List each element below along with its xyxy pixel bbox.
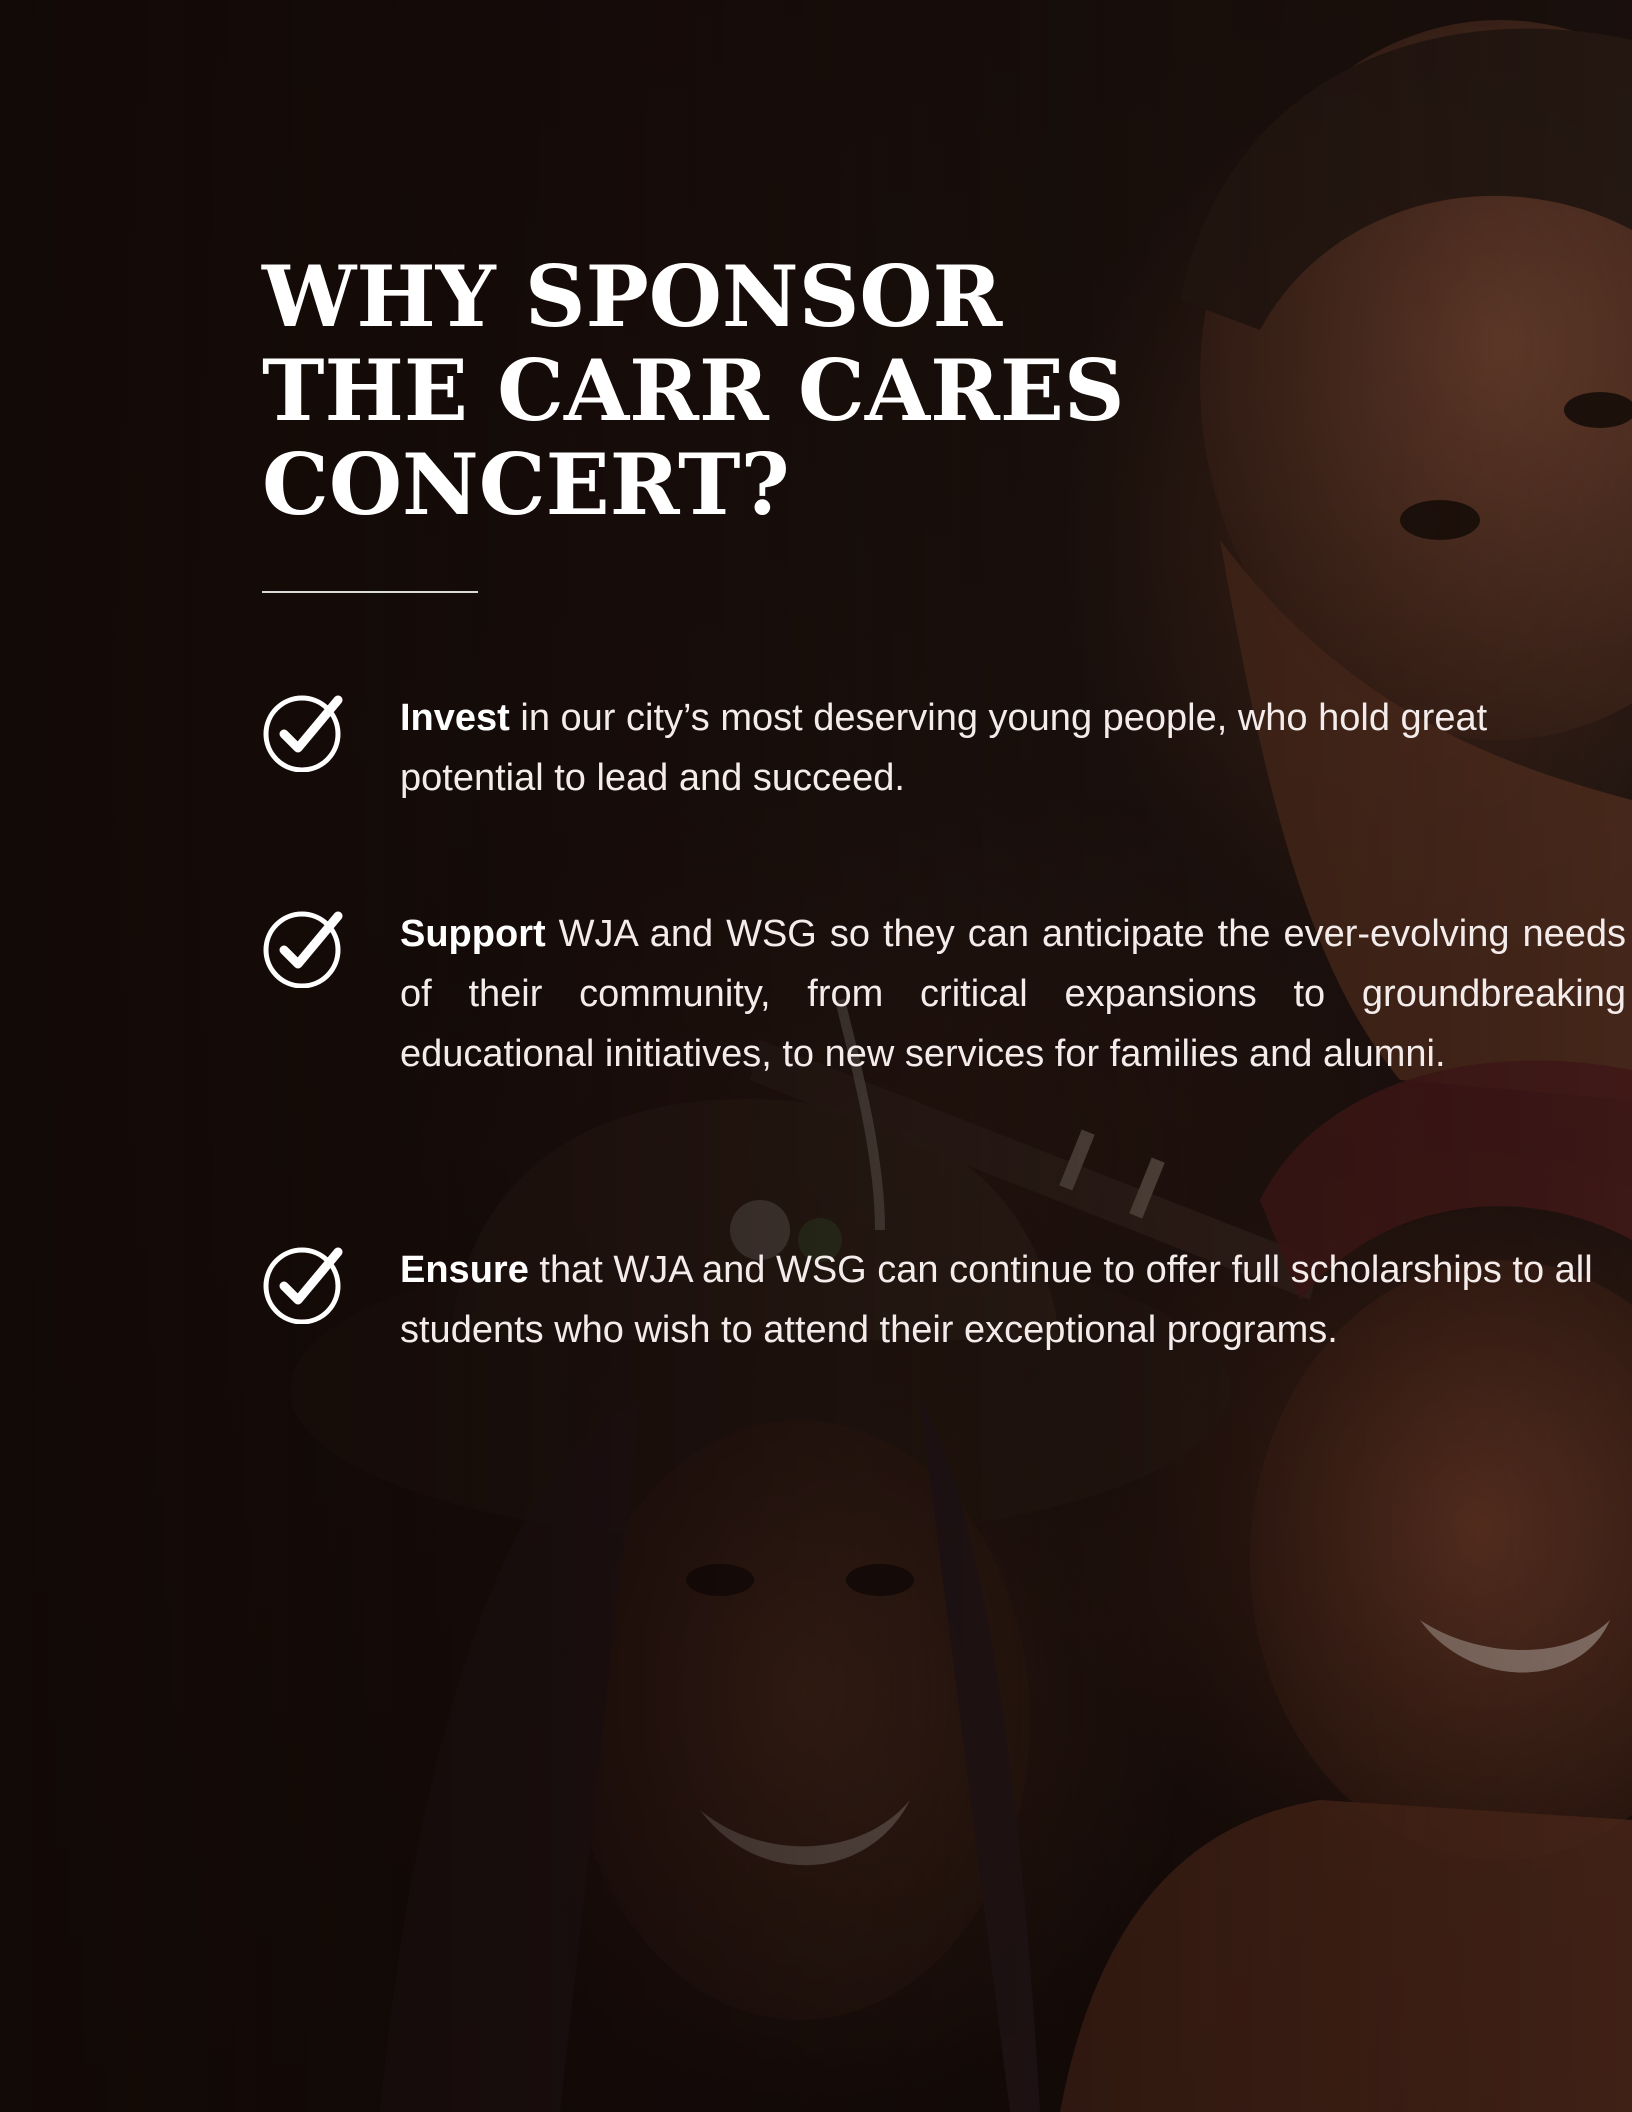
benefit-text: Invest in our city’s most deserving youn… bbox=[400, 688, 1626, 808]
benefit-body: that WJA and WSG can continue to offer f… bbox=[400, 1249, 1593, 1351]
check-circle-icon bbox=[263, 911, 343, 988]
benefit-body: WJA and WSG so they can anticipate the e… bbox=[400, 913, 1626, 1075]
title-line-3: CONCERT? bbox=[262, 435, 790, 534]
benefit-body: in our city’s most deserving young peopl… bbox=[400, 697, 1488, 799]
page-title: WHY SPONSOR THE CARR CARES CONCERT? bbox=[262, 250, 1125, 532]
check-circle-icon bbox=[263, 1247, 343, 1324]
benefit-lead: Ensure bbox=[400, 1249, 529, 1291]
benefit-text: Support WJA and WSG so they can anticipa… bbox=[400, 904, 1626, 1084]
title-line-1: WHY SPONSOR bbox=[262, 247, 1003, 346]
benefit-lead: Invest bbox=[400, 697, 510, 739]
benefit-text: Ensure that WJA and WSG can continue to … bbox=[400, 1240, 1626, 1360]
title-line-2: THE CARR CARES bbox=[262, 341, 1125, 440]
title-divider bbox=[262, 591, 478, 593]
benefit-lead: Support bbox=[400, 913, 546, 955]
flyer-page: WHY SPONSOR THE CARR CARES CONCERT? Inve… bbox=[0, 0, 1632, 2112]
check-circle-icon bbox=[263, 695, 343, 772]
